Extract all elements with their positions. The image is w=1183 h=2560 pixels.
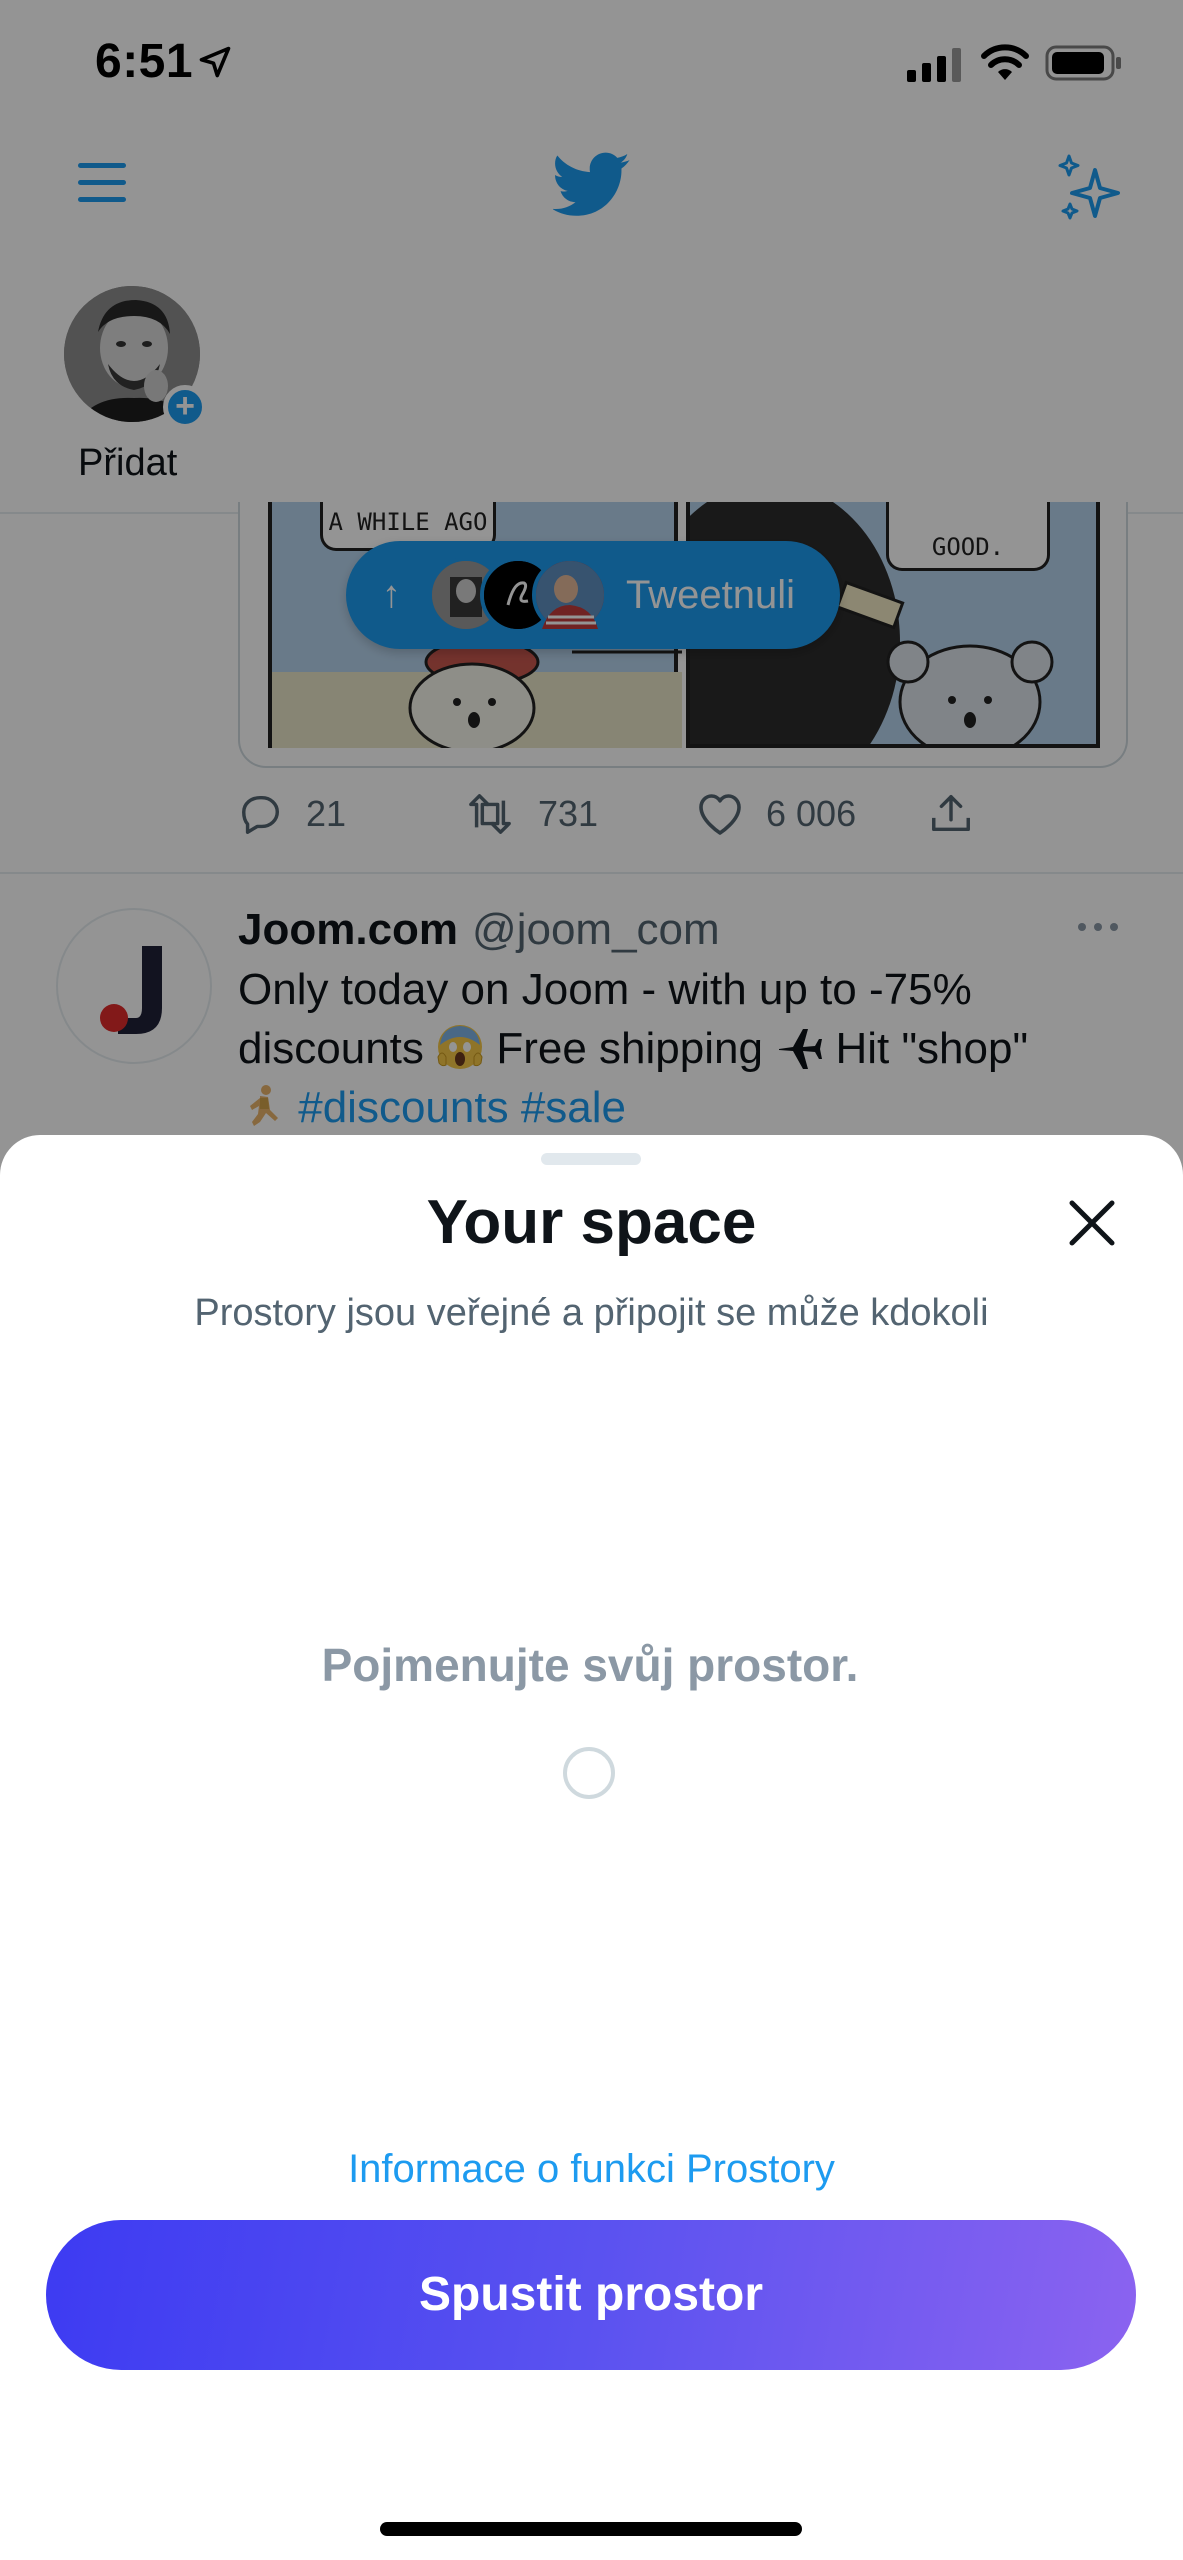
- space-name-input[interactable]: Pojmenujte svůj prostor.: [140, 1625, 1040, 1705]
- sheet-subtitle: Prostory jsou veřejné a připojit se může…: [194, 1292, 989, 1334]
- spaces-info-link[interactable]: Informace o funkci Prostory: [0, 2141, 1183, 2197]
- create-space-sheet: Your space Prostory jsou veřejné a připo…: [0, 1135, 1183, 2560]
- start-space-button[interactable]: Spustit prostor: [46, 2220, 1136, 2370]
- close-icon[interactable]: [1066, 1197, 1118, 1249]
- loading-spinner-icon: [563, 1747, 615, 1799]
- home-indicator[interactable]: [380, 2522, 802, 2536]
- sheet-title: Your space: [426, 1188, 757, 1257]
- sheet-drag-handle[interactable]: [541, 1153, 641, 1165]
